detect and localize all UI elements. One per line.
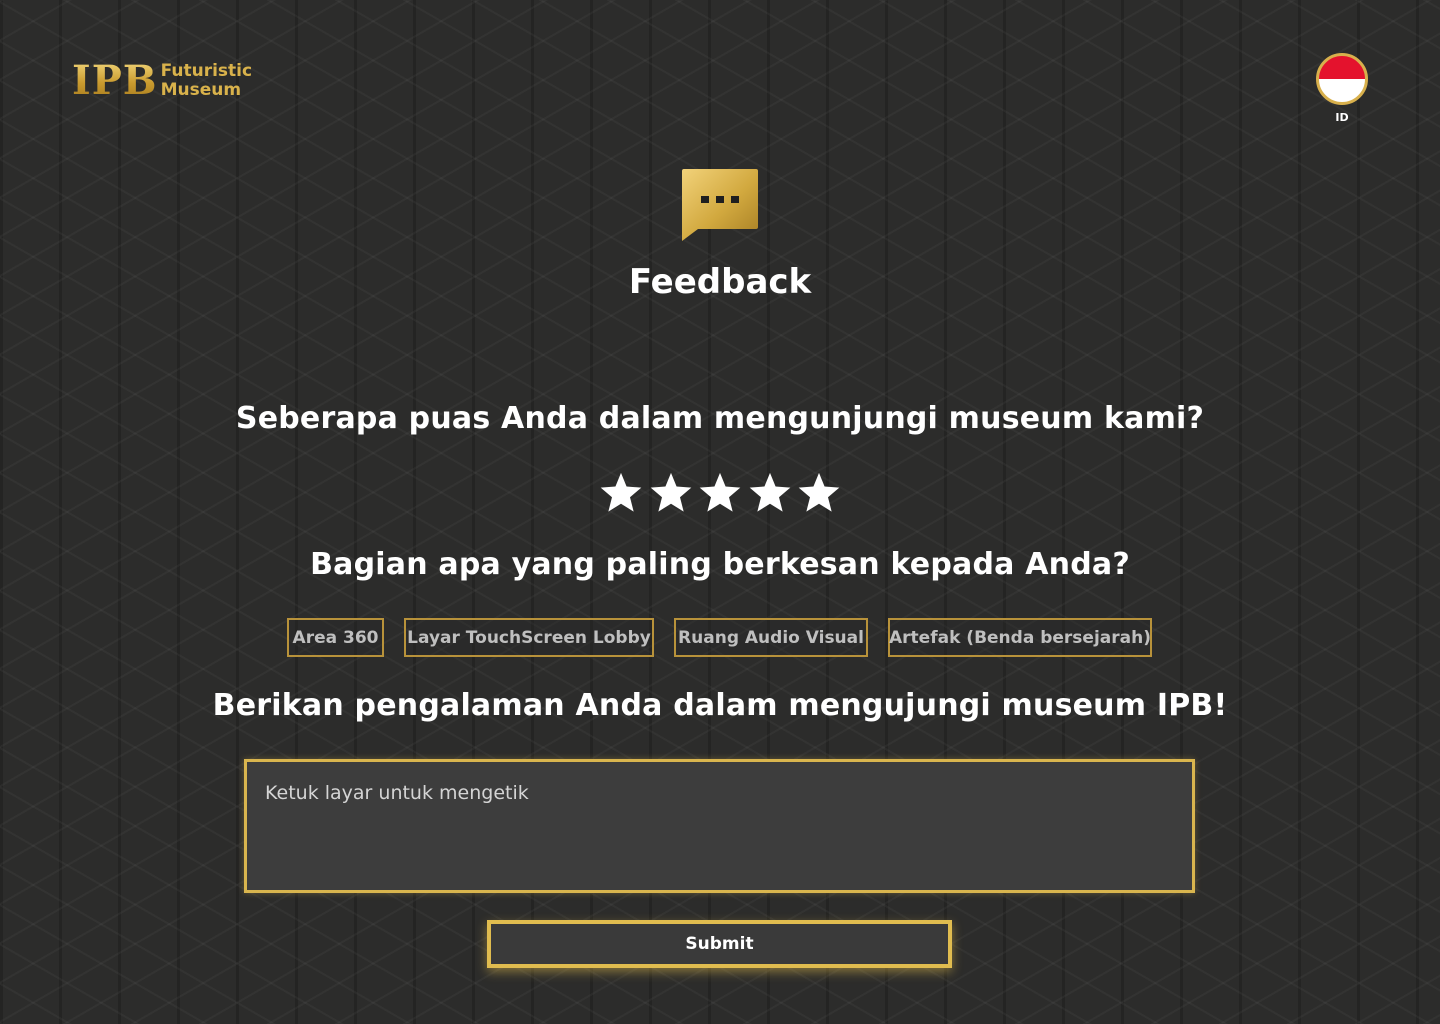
chat-bubble-icon (682, 169, 758, 241)
feedback-text-area (244, 759, 1195, 893)
section-options: Area 360 Layar TouchScreen Lobby Ruang A… (287, 618, 1152, 657)
page-title: Feedback (628, 262, 812, 302)
star-rating[interactable] (598, 470, 842, 516)
submit-button[interactable]: Submit (487, 920, 952, 968)
star-icon[interactable] (598, 470, 644, 516)
logo-line-2: Museum (160, 80, 242, 100)
option-chip[interactable]: Area 360 (287, 618, 384, 657)
star-icon[interactable] (697, 470, 743, 516)
logo-mark: IPB (72, 57, 158, 104)
logo-line-1: Futuristic (160, 61, 253, 81)
option-chip[interactable]: Ruang Audio Visual (674, 618, 868, 657)
rating-question: Seberapa puas Anda dalam mengunjungi mus… (235, 401, 1205, 436)
option-chip[interactable]: Layar TouchScreen Lobby (404, 618, 654, 657)
star-icon[interactable] (648, 470, 694, 516)
feedback-input[interactable] (247, 762, 1192, 890)
memorable-section-question: Bagian apa yang paling berkesan kepada A… (310, 547, 1130, 582)
star-icon[interactable] (747, 470, 793, 516)
logo-wordmark: Futuristic Museum (161, 62, 252, 100)
star-icon[interactable] (796, 470, 842, 516)
experience-question: Berikan pengalaman Anda dalam mengujungi… (212, 688, 1228, 723)
language-code: ID (1335, 111, 1349, 124)
language-switcher[interactable]: ID (1316, 53, 1368, 124)
option-chip[interactable]: Artefak (Benda bersejarah) (888, 618, 1152, 657)
indonesia-flag-icon[interactable] (1316, 53, 1368, 105)
museum-logo: IPB Futuristic Museum (72, 60, 252, 102)
